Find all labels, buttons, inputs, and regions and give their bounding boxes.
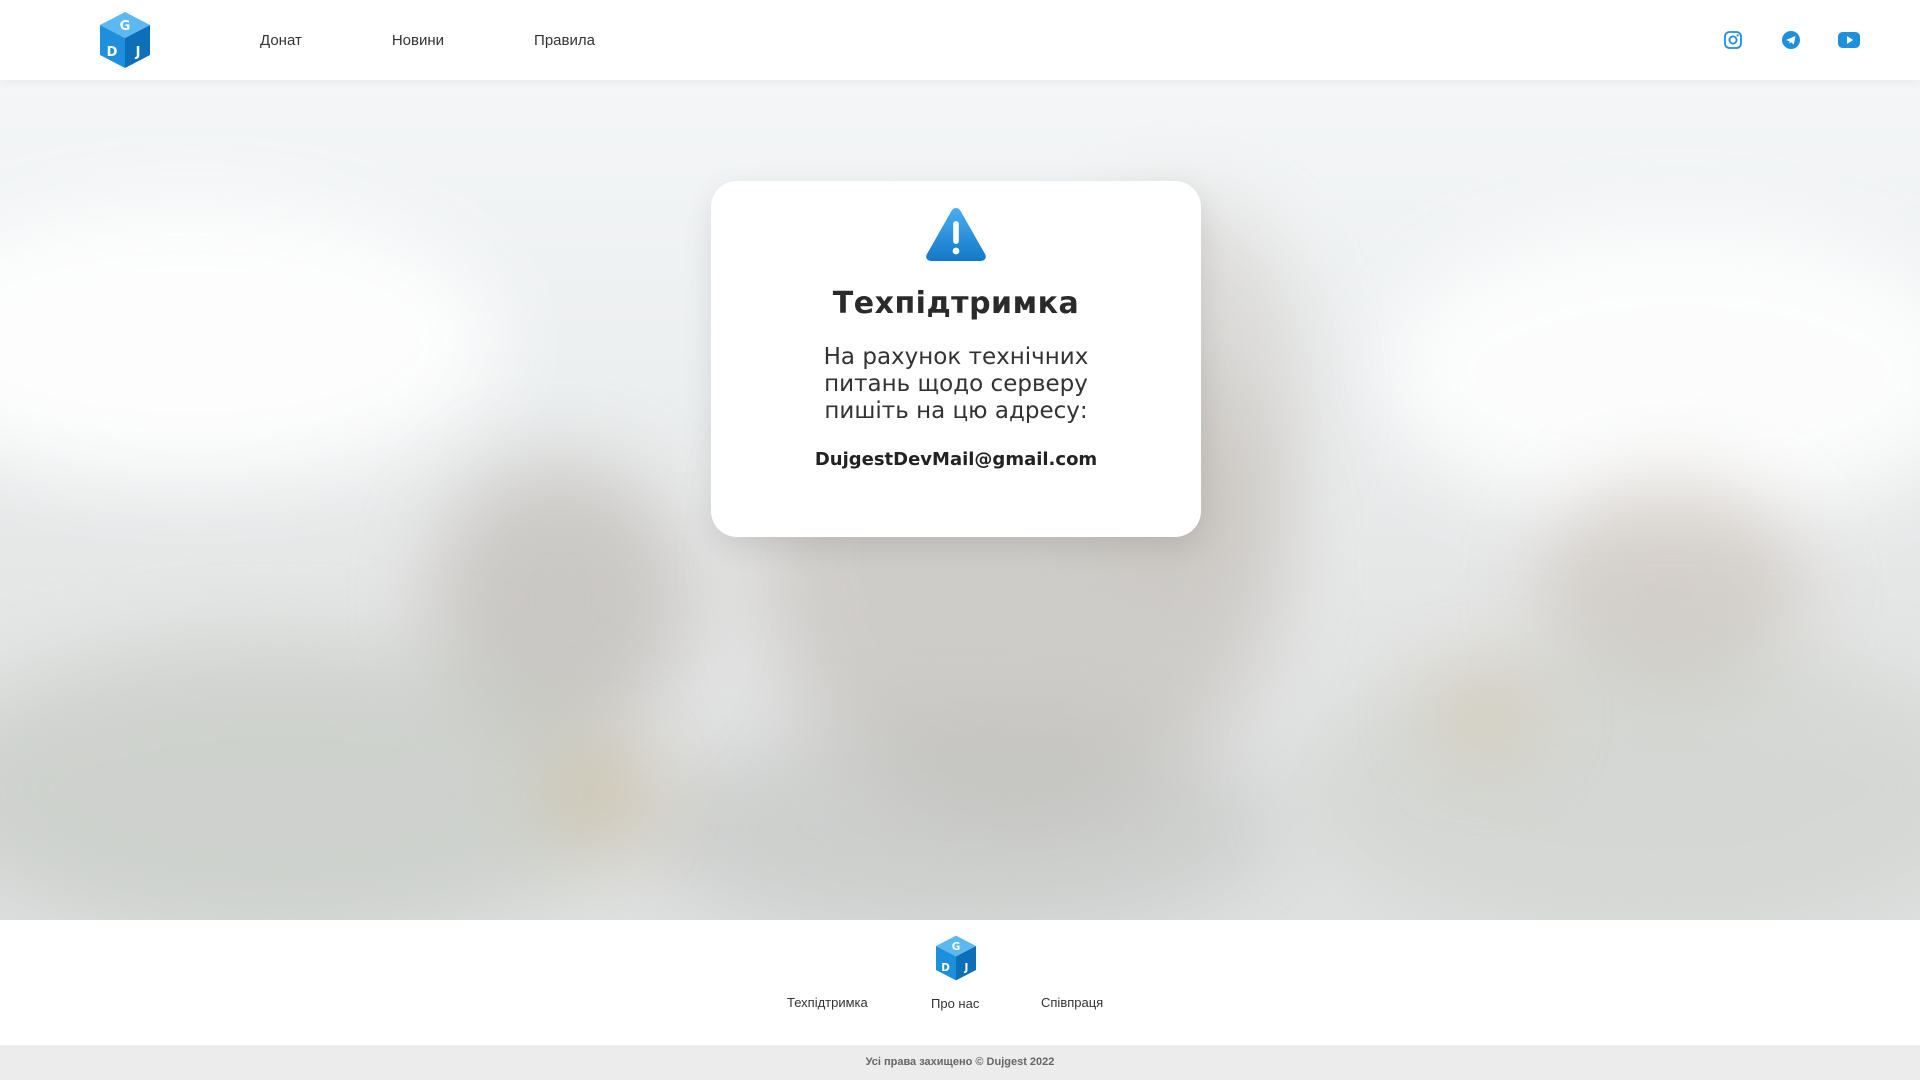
- card-title: Техпідтримка: [832, 286, 1080, 321]
- nav-link-rules[interactable]: Правила: [534, 32, 595, 49]
- card-message: На рахунок технічних питань щодо серверу…: [823, 344, 1089, 424]
- svg-text:G: G: [120, 19, 131, 34]
- svg-text:D: D: [941, 962, 950, 974]
- logo-cube-icon: G D J: [936, 935, 976, 981]
- header: G D J Донат Новини Правила: [0, 0, 1920, 80]
- copyright: Усі права захищено © Dujgest 2022: [0, 1045, 1920, 1080]
- nav-link-news[interactable]: Новини: [392, 32, 444, 49]
- support-email[interactable]: DujgestDevMail@gmail.com: [711, 449, 1201, 470]
- logo[interactable]: G D J: [98, 10, 152, 70]
- footer-link-partnership[interactable]: Співпраця: [1041, 995, 1103, 1010]
- social-links: [1689, 0, 1863, 80]
- svg-text:J: J: [963, 962, 968, 974]
- svg-text:J: J: [135, 45, 141, 60]
- warning-icon: [926, 208, 986, 261]
- main-nav: Донат Новини Правила: [260, 0, 685, 80]
- svg-text:G: G: [952, 941, 961, 953]
- instagram-icon[interactable]: [1719, 26, 1747, 54]
- nav-link-donate[interactable]: Донат: [260, 32, 302, 49]
- logo-cube-icon: G D J: [100, 12, 150, 68]
- support-card: Техпідтримка На рахунок технічних питань…: [711, 181, 1201, 537]
- svg-text:D: D: [107, 45, 118, 60]
- footer: G D J Техпідтримка Про нас Співпраця: [0, 920, 1920, 1045]
- telegram-icon[interactable]: [1777, 26, 1805, 54]
- footer-link-support[interactable]: Техпідтримка: [787, 995, 868, 1010]
- footer-link-about[interactable]: Про нас: [931, 996, 979, 1011]
- footer-logo[interactable]: G D J: [934, 934, 978, 982]
- youtube-icon[interactable]: [1835, 26, 1863, 54]
